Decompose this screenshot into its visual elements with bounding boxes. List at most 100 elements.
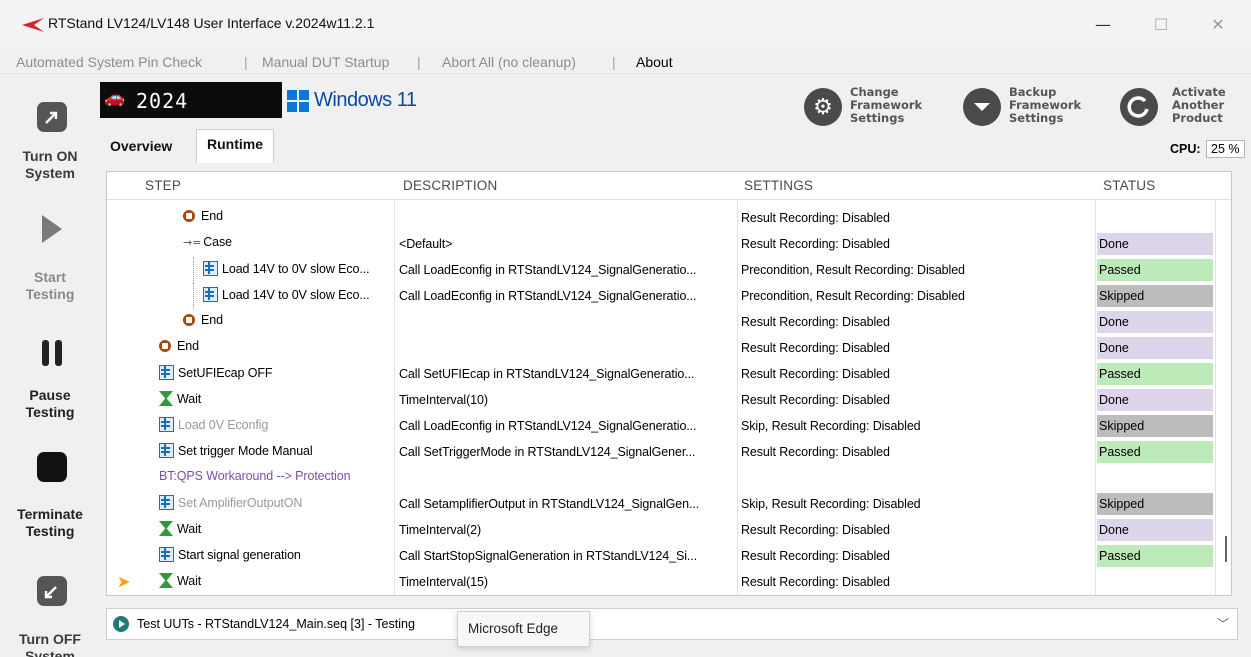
gear-icon: ⚙ — [804, 88, 842, 126]
table-row[interactable]: Load 0V Econfig Call LoadEconfig in RTSta… — [107, 413, 1217, 439]
close-button[interactable]: ✕ — [1195, 10, 1241, 40]
column-header-description[interactable]: DESCRIPTION — [403, 178, 497, 193]
table-row[interactable]: Wait TimeInterval(2) Result Recording: Dis… — [107, 517, 1217, 543]
execution-grid[interactable]: STEP DESCRIPTION SETTINGS STATUS End Resu… — [106, 171, 1232, 596]
maximize-button[interactable]: ☐ — [1138, 10, 1184, 40]
play-icon — [42, 215, 62, 243]
wait-hourglass-icon — [159, 391, 173, 406]
status-badge: Skipped — [1097, 285, 1213, 307]
start-testing-button[interactable] — [18, 198, 86, 260]
status-badge: Done — [1097, 311, 1213, 333]
menu-item-about[interactable]: About — [636, 54, 673, 70]
execution-label: Test UUTs - RTStandLV124_Main.seq [3] - … — [137, 617, 415, 631]
step-name: SetUFIEcap OFF — [178, 365, 273, 380]
menu-separator: | — [612, 54, 616, 70]
pause-testing-label: Pause Testing — [25, 387, 75, 420]
status-badge: Skipped — [1097, 493, 1213, 515]
settings-cell: Result Recording: Disabled — [741, 315, 890, 329]
description-cell: Call LoadEconfig in RTStandLV124_SignalG… — [399, 263, 697, 277]
step-cell: End — [183, 209, 392, 223]
table-row[interactable]: End Result Recording: Disabled Done — [107, 335, 1217, 361]
step-cell: Load 0V Econfig — [159, 417, 392, 432]
turn-off-system-button[interactable] — [18, 560, 86, 622]
action-step-icon — [159, 443, 174, 458]
step-cell: End — [183, 313, 392, 327]
terminate-testing-label: Terminate Testing — [17, 506, 83, 539]
step-name: Load 14V to 0V slow Eco... — [222, 261, 370, 276]
step-cell: Wait — [159, 573, 392, 588]
table-row[interactable]: Start signal generation Call StartStopSig… — [107, 543, 1217, 569]
step-name: Set trigger Mode Manual — [178, 443, 313, 458]
end-step-icon — [183, 314, 195, 326]
step-name: Wait — [177, 391, 202, 406]
table-row[interactable]: Set AmplifierOutputON Call SetamplifierOu… — [107, 491, 1217, 517]
tab-overview[interactable]: Overview — [100, 132, 182, 162]
step-name: End — [201, 313, 223, 327]
settings-cell: Result Recording: Disabled — [741, 575, 890, 589]
description-cell: TimeInterval(10) — [399, 393, 488, 407]
step-name: End — [177, 339, 199, 353]
step-cell: Set AmplifierOutputON — [159, 495, 392, 510]
brand-banner: 🚗 2024 — [100, 82, 282, 118]
step-cell: Start signal generation — [159, 547, 392, 562]
table-row[interactable]: Load 14V to 0V slow Eco... Call LoadEconf… — [107, 283, 1217, 309]
cpu-value: 25 % — [1206, 140, 1245, 158]
action-step-icon — [159, 495, 174, 510]
table-row[interactable]: ➤ Wait TimeInterval(15) Result Recording: D… — [107, 569, 1217, 595]
minimize-button[interactable]: — — [1080, 10, 1126, 40]
description-cell: <Default> — [399, 237, 453, 251]
table-row[interactable]: BT:QPS Workaround --> Protection — [107, 465, 1217, 491]
activate-another-product-label: Activate Another Product — [1172, 85, 1226, 125]
turn-on-system-button[interactable] — [18, 86, 86, 148]
menu-item-manual-startup[interactable]: Manual DUT Startup — [262, 54, 389, 70]
status-badge — [1097, 571, 1213, 593]
column-header-settings[interactable]: SETTINGS — [744, 178, 813, 193]
settings-cell: Result Recording: Disabled — [741, 523, 890, 537]
terminate-testing-button[interactable] — [18, 436, 86, 498]
description-cell: Call LoadEconfig in RTStandLV124_SignalG… — [399, 419, 697, 433]
status-badge: Skipped — [1097, 415, 1213, 437]
execution-selector[interactable]: Test UUTs - RTStandLV124_Main.seq [3] - … — [106, 608, 1238, 640]
scrollbar-thumb[interactable] — [1225, 536, 1227, 562]
status-badge: Done — [1097, 233, 1213, 255]
settings-cell: Result Recording: Disabled — [741, 367, 890, 381]
status-badge: Passed — [1097, 441, 1213, 463]
action-step-icon — [159, 417, 174, 432]
status-badge — [1097, 467, 1213, 489]
step-cell: End — [159, 339, 392, 353]
menu-item-pin-check[interactable]: Automated System Pin Check — [16, 54, 202, 70]
action-step-icon — [203, 261, 218, 276]
tab-runtime[interactable]: Runtime — [196, 129, 274, 163]
column-header-status[interactable]: STATUS — [1103, 178, 1155, 193]
action-step-icon — [159, 547, 174, 562]
step-cell: BT:QPS Workaround --> Protection — [159, 469, 392, 483]
menu-item-abort-all[interactable]: Abort All (no cleanup) — [442, 54, 576, 70]
car-icon: 🚗 — [104, 88, 126, 108]
status-badge: Done — [1097, 389, 1213, 411]
table-row[interactable]: End Result Recording: Disabled — [107, 205, 1217, 231]
step-name: BT:QPS Workaround --> Protection — [159, 469, 351, 483]
description-cell: Call LoadEconfig in RTStandLV124_SignalG… — [399, 289, 697, 303]
table-row[interactable]: →= Case <Default> Result Recording: Disable… — [107, 231, 1217, 257]
dropdown-chevron-icon[interactable]: ﹀ — [1217, 615, 1229, 632]
settings-cell: Precondition, Result Recording: Disabled — [741, 263, 965, 277]
pause-testing-button[interactable] — [18, 322, 86, 384]
table-row[interactable]: Wait TimeInterval(10) Result Recording: Di… — [107, 387, 1217, 413]
description-cell: Call SetamplifierOutput in RTStandLV124_… — [399, 497, 700, 511]
status-badge: Done — [1097, 519, 1213, 541]
table-row[interactable]: SetUFIEcap OFF Call SetUFIEcap in RTStand… — [107, 361, 1217, 387]
step-cell: Set trigger Mode Manual — [159, 443, 392, 458]
table-row[interactable]: Load 14V to 0V slow Eco... Call LoadEconf… — [107, 257, 1217, 283]
menu-bar: Automated System Pin Check | Manual DUT … — [0, 48, 1251, 74]
turn-off-system-label: Turn OFF System — [19, 631, 81, 657]
table-row[interactable]: Set trigger Mode Manual Call SetTriggerMo… — [107, 439, 1217, 465]
table-row[interactable]: End Result Recording: Disabled Done — [107, 309, 1217, 335]
sidebar: Turn ON System Start Testing Pause Testi… — [0, 78, 96, 657]
turn-on-icon — [37, 102, 67, 132]
windows-label: Windows 11 — [314, 89, 417, 111]
settings-cell: Result Recording: Disabled — [741, 237, 890, 251]
step-name: Load 14V to 0V slow Eco... — [222, 287, 370, 302]
settings-cell: Result Recording: Disabled — [741, 549, 890, 563]
column-header-step[interactable]: STEP — [145, 178, 181, 193]
change-framework-settings-label: Change Framework Settings — [850, 85, 923, 125]
